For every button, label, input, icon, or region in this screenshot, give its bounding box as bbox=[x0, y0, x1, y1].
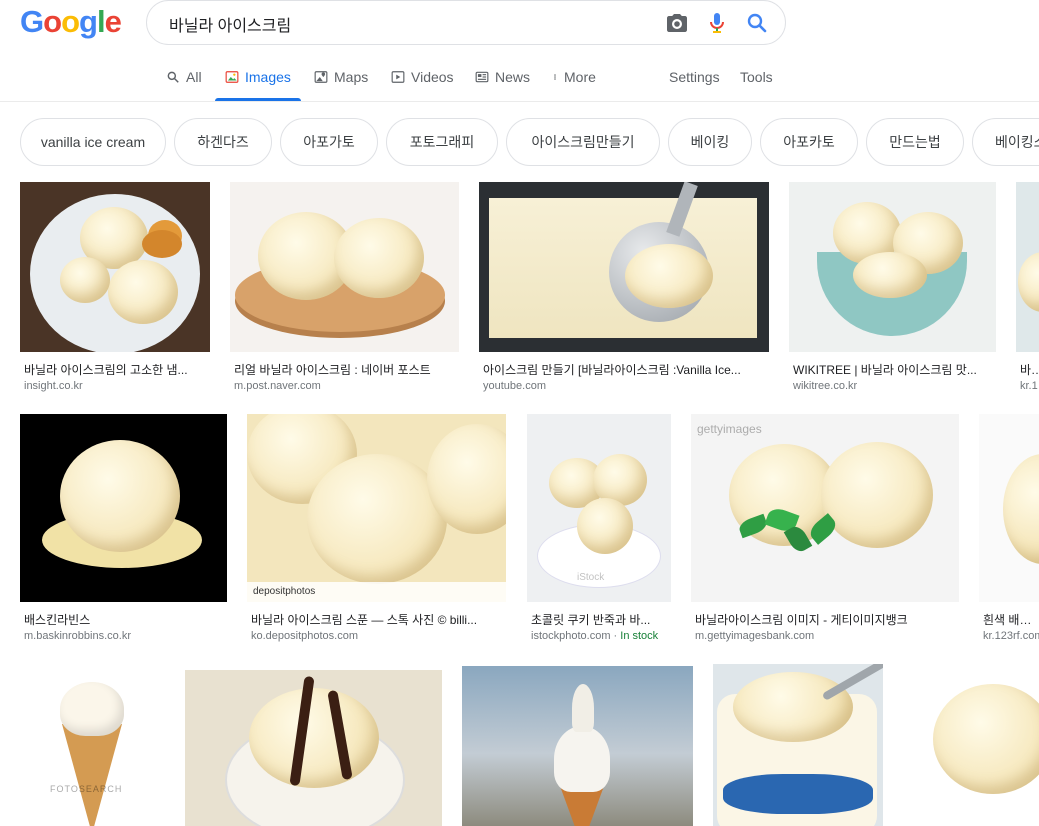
logo-letter: o bbox=[43, 4, 62, 39]
result-title[interactable]: 초콜릿 쿠키 반죽과 바... bbox=[531, 611, 669, 628]
tab-label: Images bbox=[245, 69, 291, 85]
tab-label: News bbox=[495, 69, 531, 85]
tab-label: Videos bbox=[411, 69, 454, 85]
result-image[interactable] bbox=[479, 182, 769, 352]
active-tab-indicator bbox=[215, 98, 301, 101]
result-title[interactable]: 아이스크림 만들기 [바닐라아이스크림 :Vanilla Ice... bbox=[483, 361, 767, 378]
chip-affogato-2[interactable]: 아포카토 bbox=[760, 118, 858, 166]
result-image[interactable] bbox=[230, 182, 459, 352]
tab-label: Maps bbox=[334, 69, 369, 85]
watermark: depositphotos bbox=[253, 586, 316, 597]
play-icon bbox=[391, 71, 405, 83]
logo-letter: g bbox=[79, 4, 98, 39]
result-site: ko.depositphotos.com bbox=[251, 630, 359, 642]
watermark: FOTOSEARCH bbox=[50, 784, 123, 794]
search-input[interactable]: 바닐라 아이스크림 bbox=[169, 12, 291, 36]
result-title[interactable]: 바닐 bbox=[1020, 361, 1039, 378]
result-image[interactable] bbox=[462, 666, 693, 826]
result-image[interactable]: gettyimages bbox=[691, 414, 959, 602]
result-image[interactable]: depositphotos bbox=[247, 414, 506, 602]
tab-label: Tools bbox=[740, 69, 773, 85]
map-icon bbox=[314, 71, 328, 83]
chip-baking-soda[interactable]: 베이킹소 bbox=[972, 118, 1039, 166]
watermark: iStock bbox=[577, 572, 605, 583]
result-site: kr.1 bbox=[1020, 380, 1038, 392]
result-title[interactable]: WIKITREE | 바닐라 아이스크림 맛... bbox=[793, 361, 993, 378]
google-logo[interactable]: Google bbox=[20, 4, 122, 40]
search-icon bbox=[167, 71, 179, 83]
more-vert-icon bbox=[554, 74, 556, 80]
stock-badge: In stock bbox=[620, 630, 659, 642]
camera-icon[interactable] bbox=[665, 11, 689, 35]
tab-images[interactable]: Images bbox=[225, 69, 291, 85]
result-image[interactable]: FOTOSEARCH bbox=[20, 664, 165, 826]
microphone-icon[interactable] bbox=[705, 11, 729, 35]
search-tabs: All Images Maps Videos News More Setting… bbox=[0, 58, 1039, 102]
result-image[interactable] bbox=[979, 414, 1039, 602]
tab-videos[interactable]: Videos bbox=[391, 69, 454, 85]
chip-how-to-make[interactable]: 만드는법 bbox=[866, 118, 964, 166]
logo-letter: G bbox=[20, 4, 44, 39]
result-title[interactable]: 배스킨라빈스 bbox=[24, 611, 224, 628]
tab-settings[interactable]: Settings bbox=[669, 69, 720, 85]
result-title[interactable]: 흰색 배경여 bbox=[983, 611, 1039, 628]
result-site: wikitree.co.kr bbox=[793, 380, 858, 392]
result-site: insight.co.kr bbox=[24, 380, 83, 392]
result-image[interactable] bbox=[903, 664, 1039, 826]
result-image[interactable] bbox=[789, 182, 996, 352]
result-site: istockphoto.com · In stock bbox=[531, 630, 659, 642]
result-site: m.baskinrobbins.co.kr bbox=[24, 630, 131, 642]
tab-more[interactable]: More bbox=[552, 69, 596, 85]
result-image[interactable]: iStock bbox=[527, 414, 671, 602]
result-title[interactable]: 바닐라 아이스크림 스푼 — 스톡 사진 © billi... bbox=[251, 611, 503, 628]
tab-label: Settings bbox=[669, 69, 720, 85]
image-icon bbox=[225, 71, 239, 83]
result-image[interactable] bbox=[20, 182, 210, 352]
result-site: kr.123rf.com bbox=[983, 630, 1039, 642]
tab-tools[interactable]: Tools bbox=[740, 69, 773, 85]
result-site: m.gettyimagesbank.com bbox=[695, 630, 815, 642]
result-image[interactable] bbox=[185, 670, 442, 826]
result-title[interactable]: 바닐라아이스크림 이미지 - 게티이미지뱅크 bbox=[695, 611, 957, 628]
chip-ice-cream-making[interactable]: 아이스크림만들기 bbox=[506, 118, 660, 166]
news-icon bbox=[475, 71, 489, 83]
result-image[interactable] bbox=[713, 664, 883, 826]
result-title[interactable]: 바닐라 아이스크림의 고소한 냄... bbox=[24, 361, 208, 378]
tab-label: More bbox=[564, 69, 596, 85]
search-icon[interactable] bbox=[745, 11, 769, 35]
chip-affogato[interactable]: 아포가토 bbox=[280, 118, 378, 166]
site-name: istockphoto.com bbox=[531, 630, 611, 642]
chip-photography[interactable]: 포토그래피 bbox=[386, 118, 498, 166]
result-title[interactable]: 리얼 바닐라 아이스크림 : 네이버 포스트 bbox=[234, 361, 456, 378]
watermark: gettyimages bbox=[697, 422, 762, 436]
chip-vanilla-ice-cream[interactable]: vanilla ice cream bbox=[20, 118, 166, 166]
result-site: youtube.com bbox=[483, 380, 546, 392]
tab-news[interactable]: News bbox=[475, 69, 530, 85]
chip-haagen-dazs[interactable]: 하겐다즈 bbox=[174, 118, 272, 166]
chip-baking[interactable]: 베이킹 bbox=[668, 118, 752, 166]
search-box[interactable]: 바닐라 아이스크림 bbox=[146, 0, 786, 45]
logo-letter: o bbox=[61, 4, 80, 39]
logo-letter: e bbox=[104, 4, 122, 39]
tab-all[interactable]: All bbox=[166, 69, 202, 85]
tab-maps[interactable]: Maps bbox=[314, 69, 368, 85]
logo-letter: l bbox=[96, 4, 106, 39]
tab-label: All bbox=[186, 69, 202, 85]
result-image[interactable] bbox=[20, 414, 227, 602]
result-image[interactable] bbox=[1016, 182, 1039, 352]
result-site: m.post.naver.com bbox=[234, 380, 321, 392]
